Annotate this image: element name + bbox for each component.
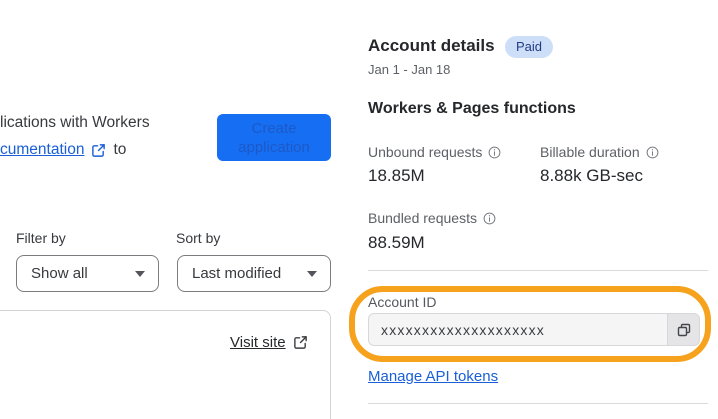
bundled-requests-value: 88.59M [368,233,425,252]
visit-site-label: Visit site [230,334,286,351]
stat-label-text: Bundled requests [368,210,477,226]
billing-date-range: Jan 1 - Jan 18 [368,62,451,77]
sort-dropdown[interactable]: Last modified [177,255,331,292]
divider [368,403,708,404]
external-link-icon [293,335,308,350]
filter-by-label: Filter by [16,230,66,246]
info-icon[interactable] [483,212,496,225]
bundled-requests-label: Bundled requests [368,210,496,226]
account-details-title: Account details [368,36,495,55]
info-icon[interactable] [646,146,659,159]
workers-pages-dashboard: lications with Workers cumentation to Cr… [0,0,718,419]
chevron-down-icon [135,270,145,277]
manage-api-tokens-link[interactable]: Manage API tokens [368,368,498,385]
filter-dropdown[interactable]: Show all [16,255,159,292]
unbound-requests-value: 18.85M [368,166,425,185]
intro-text-suffix: to [113,141,127,158]
account-id-field-group [368,313,700,346]
usage-section-heading: Workers & Pages functions [368,100,576,117]
intro-text-line1: lications with Workers [0,114,150,131]
intro-text-line2: cumentation to [0,141,126,159]
external-link-icon [91,143,106,158]
chevron-down-icon [307,270,317,277]
visit-site-link[interactable]: Visit site [230,334,308,351]
billable-duration-value: 8.88k GB-sec [540,166,643,185]
stat-label-text: Billable duration [540,144,640,160]
account-id-input[interactable] [368,313,667,346]
plan-badge: Paid [505,36,554,58]
unbound-requests-label: Unbound requests [368,144,501,160]
account-id-label: Account ID [368,294,437,310]
project-card [0,310,331,419]
sort-dropdown-value: Last modified [192,265,282,282]
divider [368,270,708,271]
filter-dropdown-value: Show all [31,265,88,282]
billable-duration-label: Billable duration [540,144,659,160]
sort-by-label: Sort by [176,230,221,246]
documentation-link[interactable]: cumentation [0,141,84,159]
copy-icon [676,322,692,338]
info-icon[interactable] [488,146,501,159]
create-application-button[interactable]: Create application [217,114,331,161]
copy-account-id-button[interactable] [667,313,700,346]
stat-label-text: Unbound requests [368,144,483,160]
